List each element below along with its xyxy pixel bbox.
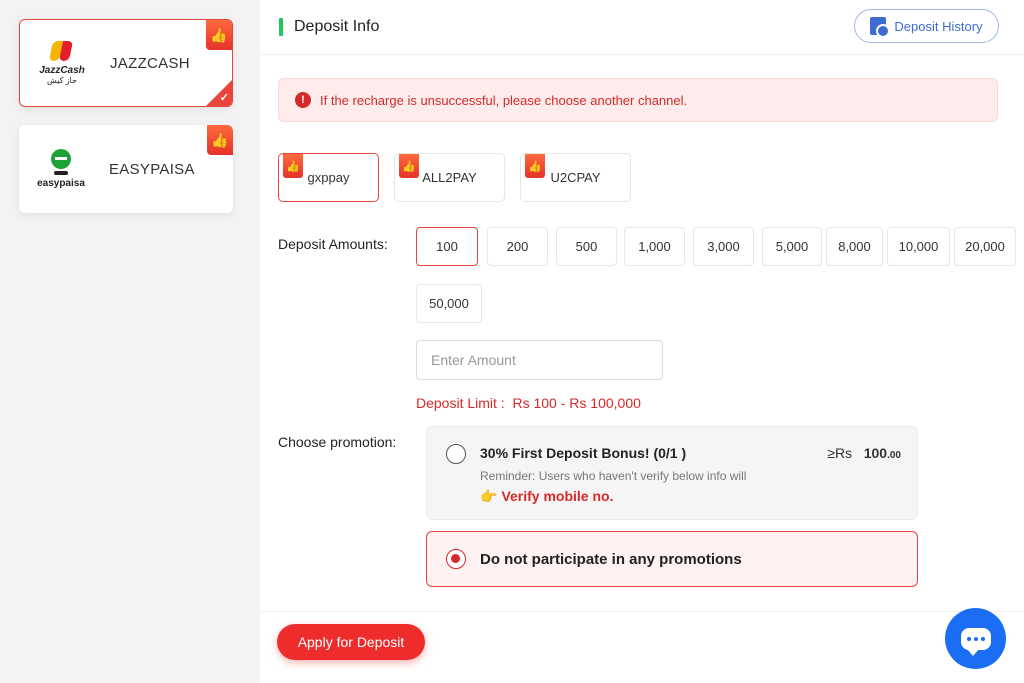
apply-for-deposit-button[interactable]: Apply for Deposit — [277, 624, 425, 660]
amount-option-200[interactable]: 200 — [487, 227, 548, 266]
promotion-radio-none[interactable] — [446, 549, 466, 569]
method-easypaisa[interactable]: easypaisa EASYPAISA 👍 — [19, 125, 233, 213]
deposit-history-label: Deposit History — [894, 18, 983, 34]
jazzcash-logo: JazzCash جاز کیش — [32, 33, 92, 93]
promotion-radio-bonus[interactable] — [446, 444, 466, 464]
choose-promotion-label: Choose promotion: — [278, 434, 397, 450]
thumbs-up-icon: 👍 — [283, 154, 303, 178]
thumbs-up-icon: 👍 — [399, 154, 419, 178]
promotion-none-label: Do not participate in any promotions — [480, 551, 742, 568]
footer-divider — [260, 611, 1024, 612]
channel-all2pay[interactable]: 👍 ALL2PAY — [394, 153, 505, 202]
pointing-hand-icon: 👉 — [480, 488, 498, 504]
channel-label: gxppay — [307, 170, 350, 185]
amount-option-8000[interactable]: 8,000 — [826, 227, 883, 266]
promotion-none[interactable]: Do not participate in any promotions — [426, 531, 918, 587]
channel-u2cpay[interactable]: 👍 U2CPAY — [520, 153, 631, 202]
payment-method-sidebar: JazzCash جاز کیش JAZZCASH 👍 ✓ easypaisa … — [0, 0, 260, 683]
thumbs-up-icon: 👍 — [525, 154, 545, 178]
deposit-amounts-label: Deposit Amounts: — [278, 236, 388, 252]
verify-mobile-link[interactable]: 👉 Verify mobile no. — [480, 488, 613, 505]
amount-option-1000[interactable]: 1,000 — [624, 227, 685, 266]
check-icon: ✓ — [219, 92, 229, 104]
method-name: EASYPAISA — [109, 160, 195, 178]
amount-option-50000[interactable]: 50,000 — [416, 284, 482, 323]
amount-option-3000[interactable]: 3,000 — [693, 227, 754, 266]
history-icon — [870, 17, 891, 38]
deposit-header: Deposit Info Deposit History — [260, 0, 1024, 55]
method-jazzcash[interactable]: JazzCash جاز کیش JAZZCASH 👍 ✓ — [19, 19, 233, 107]
promotion-title: 30% First Deposit Bonus! (0/1 ) — [480, 445, 687, 461]
promotion-first-deposit-bonus[interactable]: 30% First Deposit Bonus! (0/1 ) ≥Rs 100.… — [426, 426, 918, 520]
alert-banner: ! If the recharge is unsuccessful, pleas… — [278, 78, 998, 122]
amount-option-20000[interactable]: 20,000 — [954, 227, 1016, 266]
amount-option-5000[interactable]: 5,000 — [762, 227, 822, 266]
promotion-reminder: Reminder: Users who haven't verify below… — [480, 469, 747, 483]
amount-input[interactable] — [416, 340, 663, 380]
channel-gxppay[interactable]: 👍 gxppay — [278, 153, 379, 202]
method-name: JAZZCASH — [110, 54, 190, 72]
deposit-history-button[interactable]: Deposit History — [854, 9, 999, 43]
channel-label: U2CPAY — [550, 170, 601, 185]
thumbs-up-icon: 👍 — [207, 125, 233, 155]
amount-option-10000[interactable]: 10,000 — [887, 227, 950, 266]
amount-option-100[interactable]: 100 — [416, 227, 478, 266]
chat-icon[interactable] — [945, 608, 1006, 669]
deposit-panel: Deposit Info Deposit History ! If the re… — [260, 0, 1024, 683]
alert-icon: ! — [295, 92, 311, 108]
thumbs-up-icon: 👍 — [206, 20, 232, 50]
page-title: Deposit Info — [294, 18, 380, 35]
deposit-limit: Deposit Limit : Rs 100 - Rs 100,000 — [416, 395, 641, 411]
alert-text: If the recharge is unsuccessful, please … — [320, 92, 688, 108]
title-accent-bar — [279, 18, 283, 36]
amount-option-500[interactable]: 500 — [556, 227, 617, 266]
promotion-minimum: ≥Rs 100.00 — [827, 445, 901, 461]
channel-label: ALL2PAY — [422, 170, 477, 185]
easypaisa-logo: easypaisa — [31, 139, 91, 199]
